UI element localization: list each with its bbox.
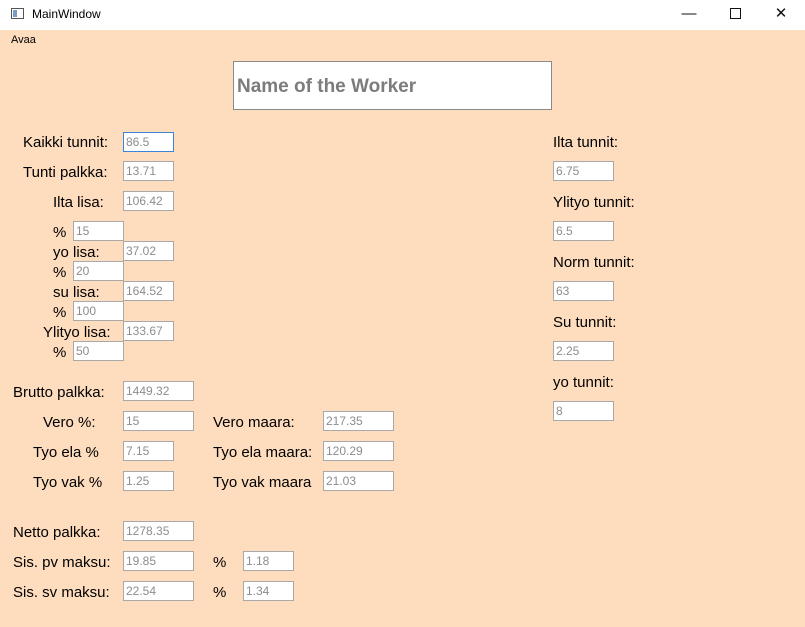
window-title: MainWindow [32,7,101,21]
ylityo-lisa-input[interactable]: 133.67 [123,321,174,341]
close-icon: ✕ [774,5,788,22]
ilta-tunnit-label: Ilta tunnit: [553,134,619,151]
ylityo-lisa-pct-label: % [53,344,67,361]
su-lisa-input[interactable]: 164.52 [123,281,174,301]
su-lisa-pct-label: % [53,304,67,321]
yo-tunnit-input[interactable]: 8 [553,401,614,421]
netto-palkka-label: Netto palkka: [13,524,101,541]
tyo-vak-maara-input[interactable]: 21.03 [323,471,394,491]
title-bar: MainWindow — ✕ [0,0,805,30]
minimize-button[interactable]: — [666,0,712,30]
ilta-lisa-input[interactable]: 106.42 [123,191,174,211]
tunti-palkka-input[interactable]: 13.71 [123,161,174,181]
app-window-icon [11,8,24,19]
brutto-palkka-label: Brutto palkka: [13,384,105,401]
sis-sv-maksu-label: Sis. sv maksu: [13,584,110,601]
maximize-icon [729,7,741,19]
netto-palkka-input[interactable]: 1278.35 [123,521,194,541]
su-tunnit-input[interactable]: 2.25 [553,341,614,361]
su-lisa-label: su lisa: [53,284,100,301]
vero-maara-input[interactable]: 217.35 [323,411,394,431]
sis-pv-pct-input[interactable]: 1.18 [243,551,294,571]
yo-lisa-pct-input[interactable]: 20 [73,261,124,281]
tyo-ela-pct-label: Tyo ela % [33,444,99,461]
ylityo-lisa-label: Ylityo lisa: [43,324,111,341]
norm-tunnit-label: Norm tunnit: [553,254,635,271]
tyo-vak-maara-label: Tyo vak maara [213,474,312,491]
ilta-tunnit-input[interactable]: 6.75 [553,161,614,181]
yo-lisa-pct-label: % [53,264,67,281]
sis-sv-pct-input[interactable]: 1.34 [243,581,294,601]
tyo-ela-pct-input[interactable]: 7.15 [123,441,174,461]
ylityo-lisa-pct-input[interactable]: 50 [73,341,124,361]
vero-maara-label: Vero maara: [213,414,295,431]
norm-tunnit-input[interactable]: 63 [553,281,614,301]
close-button[interactable]: ✕ [758,0,804,30]
sis-pv-maksu-label: Sis. pv maksu: [13,554,111,571]
tyo-ela-maara-label: Tyo ela maara: [213,444,313,461]
tyo-vak-pct-input[interactable]: 1.25 [123,471,174,491]
kaikki-tunnit-input[interactable]: 86.5 [123,132,174,152]
vero-pct-input[interactable]: 15 [123,411,194,431]
su-tunnit-label: Su tunnit: [553,314,617,331]
ylityo-tunnit-label: Ylityo tunnit: [553,194,635,211]
ilta-lisa-label: Ilta lisa: [53,194,104,211]
tyo-vak-pct-label: Tyo vak % [33,474,103,491]
vero-pct-label: Vero %: [43,414,96,431]
menu-open[interactable]: Avaa [11,34,36,46]
minimize-icon: — [681,5,697,22]
ylityo-tunnit-input[interactable]: 6.5 [553,221,614,241]
worker-name-field[interactable]: Name of the Worker [233,61,552,110]
yo-tunnit-label: yo tunnit: [553,374,614,391]
sis-sv-pct-label: % [213,584,227,601]
tyo-ela-maara-input[interactable]: 120.29 [323,441,394,461]
kaikki-tunnit-label: Kaikki tunnit: [23,134,109,151]
tunti-palkka-label: Tunti palkka: [23,164,108,181]
worker-name-placeholder: Name of the Worker [237,76,417,97]
client-area: Avaa Name of the Worker Kaikki tunnit: 8… [0,30,805,627]
sis-pv-pct-label: % [213,554,227,571]
ilta-lisa-pct-input[interactable]: 15 [73,221,124,241]
yo-lisa-label: yo lisa: [53,244,100,261]
maximize-button[interactable] [712,0,758,30]
yo-lisa-input[interactable]: 37.02 [123,241,174,261]
ilta-lisa-pct-label: % [53,224,67,241]
sis-pv-maksu-input[interactable]: 19.85 [123,551,194,571]
sis-sv-maksu-input[interactable]: 22.54 [123,581,194,601]
brutto-palkka-input[interactable]: 1449.32 [123,381,194,401]
su-lisa-pct-input[interactable]: 100 [73,301,124,321]
